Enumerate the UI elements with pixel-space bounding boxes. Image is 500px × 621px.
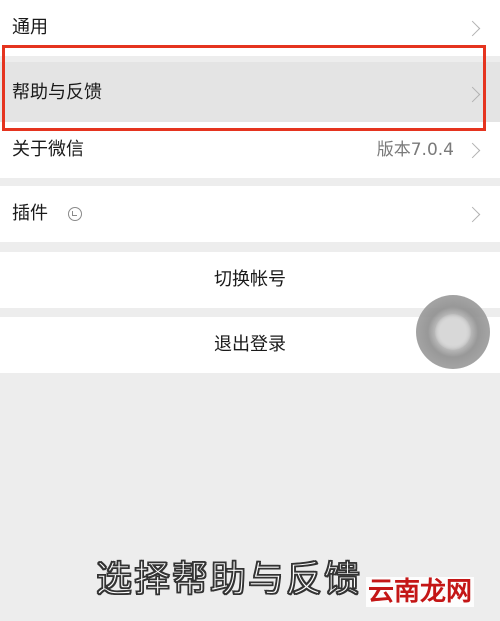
highlight-box (2, 45, 486, 131)
caption-text: 选择帮助与反馈 (95, 558, 363, 601)
chevron-right-icon (464, 206, 481, 223)
settings-item-plugins[interactable]: 插件 (0, 186, 500, 242)
assistive-touch-inner (435, 314, 471, 350)
chevron-right-icon (464, 142, 481, 159)
plugin-badge-icon (68, 207, 82, 221)
settings-item-plugins-label: 插件 (12, 203, 48, 224)
switch-account-button[interactable]: 切换帐号 (0, 252, 500, 308)
switch-account-label: 切换帐号 (214, 269, 286, 290)
version-value: 版本7.0.4 (376, 140, 454, 160)
watermark-text: 云南龙网 (366, 577, 475, 607)
watermark: 云南龙网 (366, 575, 475, 609)
chevron-right-icon (464, 20, 481, 37)
settings-item-about-label: 关于微信 (12, 139, 84, 160)
settings-item-general-label: 通用 (12, 17, 48, 38)
assistive-touch-icon[interactable] (416, 295, 490, 369)
logout-label: 退出登录 (214, 334, 286, 355)
